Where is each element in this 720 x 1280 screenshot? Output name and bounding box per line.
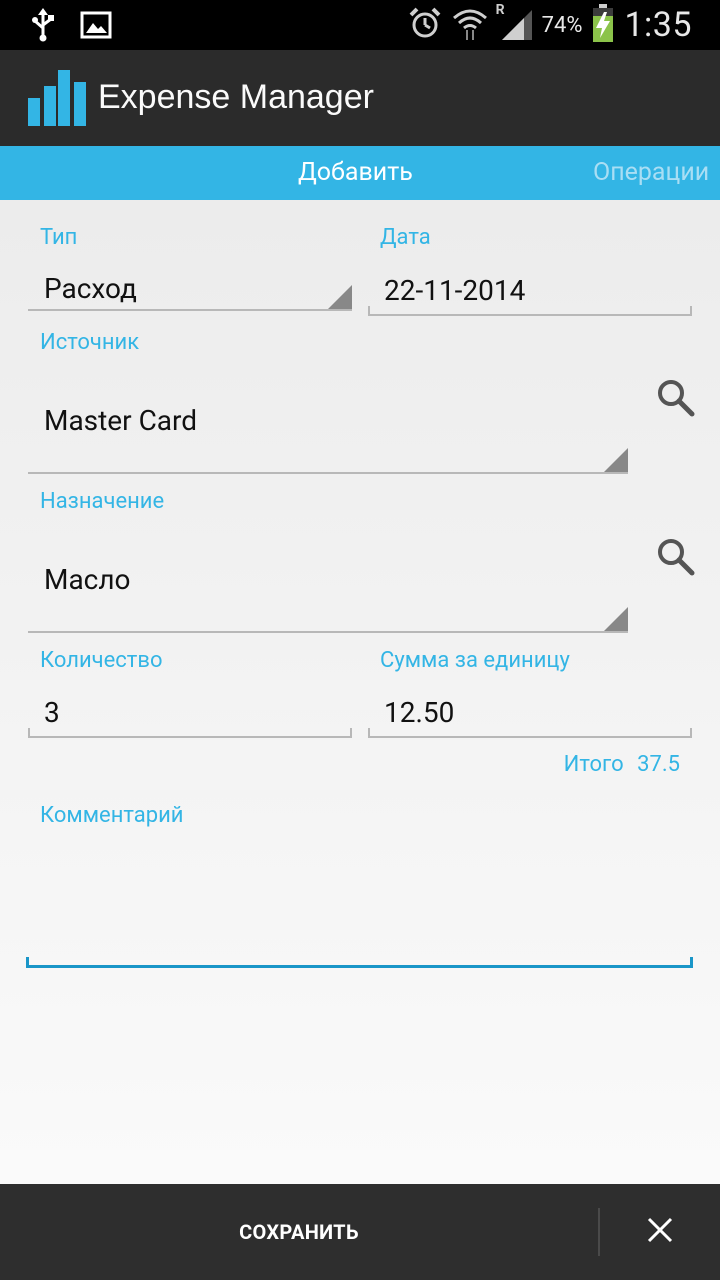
spinner-arrow-icon <box>604 607 628 631</box>
purpose-underline <box>28 631 628 633</box>
comment-underline <box>26 965 693 968</box>
bottom-action-bar: СОХРАНИТЬ <box>0 1184 720 1280</box>
total-readout: Итого 37.5 <box>564 752 680 777</box>
roaming-indicator: R <box>495 2 505 18</box>
cancel-button[interactable] <box>600 1184 720 1280</box>
quantity-underline <box>28 736 352 738</box>
tab-operations[interactable]: Операции <box>593 158 709 187</box>
save-button[interactable]: СОХРАНИТЬ <box>0 1184 598 1280</box>
date-underline-tick-left <box>368 306 370 316</box>
type-value: Расход <box>44 272 137 305</box>
signal-icon: R <box>496 2 532 44</box>
tab-add[interactable]: Добавить <box>298 158 413 187</box>
status-bar: R 74% 1:35 <box>0 0 720 50</box>
quantity-field[interactable]: 3 <box>28 684 352 740</box>
purpose-value: Масло <box>44 563 131 596</box>
quantity-value: 3 <box>44 696 60 729</box>
source-underline <box>28 472 628 474</box>
unit-price-underline-tick-right <box>690 728 692 738</box>
unit-price-value: 12.50 <box>384 696 455 729</box>
close-icon <box>647 1217 673 1247</box>
purpose-label: Назначение <box>40 489 165 514</box>
type-spinner[interactable]: Расход <box>28 262 352 312</box>
type-label: Тип <box>40 225 78 250</box>
unit-price-underline-tick-left <box>368 728 370 738</box>
comment-label: Комментарий <box>40 803 184 828</box>
total-value: 37.5 <box>637 752 680 777</box>
date-underline-tick-right <box>690 306 692 316</box>
unit-price-field[interactable]: 12.50 <box>368 684 692 740</box>
spinner-arrow-icon <box>604 448 628 472</box>
battery-percent: 74% <box>541 12 583 38</box>
quantity-underline-tick-right <box>350 728 352 738</box>
clock: 1:35 <box>624 5 692 45</box>
source-value: Master Card <box>44 404 198 437</box>
quantity-label: Количество <box>40 648 163 673</box>
comment-underline-tick-left <box>26 957 29 967</box>
expense-form: Тип Расход Дата 22-11-2014 Источник Mast… <box>0 200 720 1184</box>
alarm-icon <box>408 6 442 44</box>
wifi-icon <box>452 6 488 44</box>
date-underline <box>368 314 692 316</box>
usb-icon <box>30 8 56 46</box>
date-label: Дата <box>380 225 431 250</box>
app-logo-icon[interactable] <box>28 70 86 130</box>
comment-field[interactable] <box>26 840 693 970</box>
action-bar: Expense Manager <box>0 50 720 146</box>
tab-strip: Добавить Операции <box>0 146 720 200</box>
source-label: Источник <box>40 330 140 355</box>
unit-price-label: Сумма за единицу <box>380 648 570 673</box>
date-field[interactable]: 22-11-2014 <box>368 262 692 318</box>
app-title: Expense Manager <box>98 78 374 116</box>
battery-charging-icon <box>592 4 614 46</box>
purpose-spinner[interactable]: Масло <box>28 539 628 635</box>
quantity-underline-tick-left <box>28 728 30 738</box>
image-notification-icon <box>80 11 112 43</box>
unit-price-underline <box>368 736 692 738</box>
source-search-icon[interactable] <box>656 378 696 418</box>
total-label: Итого <box>563 752 624 777</box>
comment-underline-tick-right <box>690 957 693 967</box>
source-spinner[interactable]: Master Card <box>28 380 628 476</box>
spinner-arrow-icon <box>328 285 352 309</box>
purpose-search-icon[interactable] <box>656 537 696 577</box>
date-value: 22-11-2014 <box>384 274 526 307</box>
type-underline <box>28 309 352 311</box>
